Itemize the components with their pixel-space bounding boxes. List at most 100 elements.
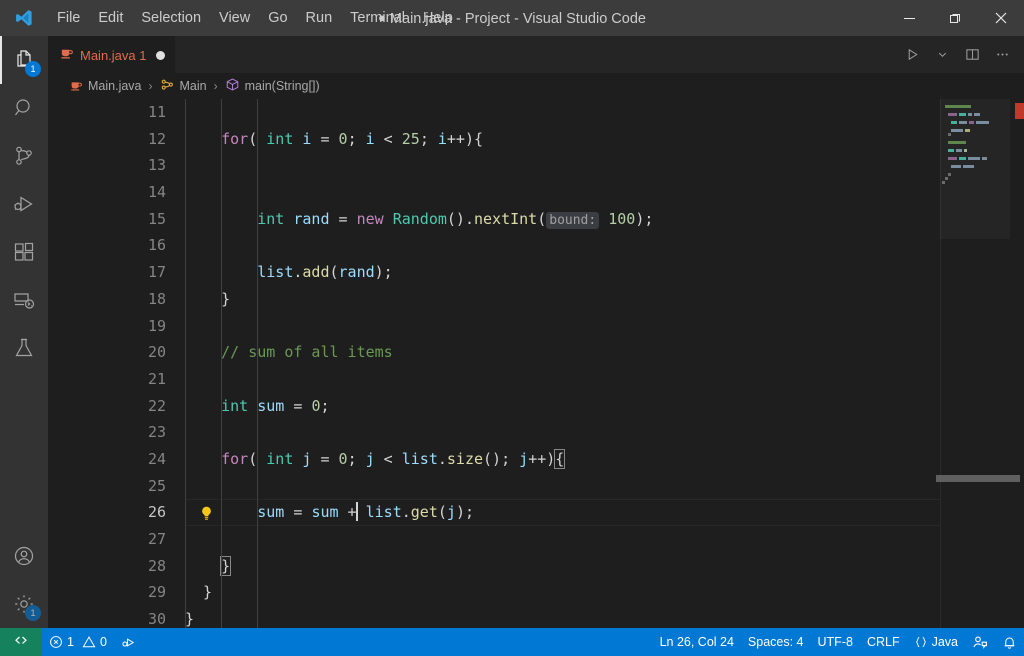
token: list xyxy=(365,503,402,522)
line-number: 27 xyxy=(147,530,166,548)
editor-actions xyxy=(898,36,1024,73)
title-bar: File Edit Selection View Go Run Terminal… xyxy=(0,0,1024,36)
status-editor-position[interactable]: Ln 26, Col 24 xyxy=(653,628,741,656)
token: list xyxy=(257,263,294,282)
breadcrumb-item-class[interactable]: Main xyxy=(157,77,210,95)
menu-go[interactable]: Go xyxy=(259,0,296,36)
minimap-line xyxy=(940,141,1010,144)
minimap[interactable] xyxy=(940,99,1010,628)
minimap-line xyxy=(940,161,1010,164)
window-controls xyxy=(886,0,1024,36)
menu-selection[interactable]: Selection xyxy=(132,0,210,36)
code-line[interactable]: 16 xyxy=(48,232,1024,259)
minimap-token xyxy=(964,149,967,152)
token: size xyxy=(446,449,484,468)
token: = xyxy=(284,503,312,522)
code-line[interactable]: 12 for( int i = 0; i < 25; i++){ xyxy=(48,126,1024,153)
maximize-button[interactable] xyxy=(932,0,978,36)
code-line[interactable]: 30} xyxy=(48,606,1024,628)
sidebar-item-source-control[interactable] xyxy=(0,132,48,180)
sidebar-item-extensions[interactable] xyxy=(0,228,48,276)
line-content: list.add(rand); xyxy=(185,259,1024,286)
code-line[interactable]: 21 xyxy=(48,366,1024,393)
token: ++) xyxy=(528,449,556,468)
sidebar-item-testing[interactable] xyxy=(0,324,48,372)
status-notifications[interactable] xyxy=(995,628,1024,656)
code-line[interactable]: 13 xyxy=(48,152,1024,179)
chevron-down-icon[interactable] xyxy=(928,41,956,69)
code-line[interactable]: 24 for( int j = 0; j < list.size(); j++)… xyxy=(48,446,1024,473)
line-content: } xyxy=(185,579,1024,606)
code-line[interactable]: 15 int rand = new Random().nextInt(bound… xyxy=(48,206,1024,233)
token: } xyxy=(185,289,231,308)
status-indentation[interactable]: Spaces: 4 xyxy=(741,628,811,656)
token: } xyxy=(220,555,232,576)
token: get xyxy=(410,503,438,522)
sidebar-item-search[interactable] xyxy=(0,84,48,132)
sidebar-item-run-and-debug[interactable] xyxy=(0,180,48,228)
menu-help[interactable]: Help xyxy=(414,0,462,36)
editor-group: Main.java 1 Main.java › Main › main(Stri… xyxy=(48,36,1024,628)
menu-edit[interactable]: Edit xyxy=(89,0,132,36)
token: ; xyxy=(347,129,366,148)
menu-terminal[interactable]: Terminal xyxy=(341,0,414,36)
breadcrumb-item-file[interactable]: Main.java xyxy=(66,78,145,95)
breadcrumb-separator: › xyxy=(213,79,218,93)
code-line[interactable]: 26 sum = sum + list.get(j); xyxy=(48,499,1024,526)
error-icon xyxy=(49,635,63,649)
sidebar-item-settings[interactable]: 1 xyxy=(0,580,48,628)
class-icon xyxy=(160,77,175,95)
code-line[interactable]: 14 xyxy=(48,179,1024,206)
tab-dirty-indicator[interactable] xyxy=(156,50,166,60)
status-language-mode[interactable]: Java xyxy=(907,628,965,656)
sidebar-item-explorer[interactable]: 1 xyxy=(0,36,48,84)
minimap-line xyxy=(940,165,1010,168)
lightbulb-icon[interactable] xyxy=(198,504,215,521)
code-line[interactable]: 23 xyxy=(48,419,1024,446)
status-run-task[interactable] xyxy=(114,628,143,656)
status-encoding[interactable]: UTF-8 xyxy=(811,628,860,656)
run-code-button[interactable] xyxy=(898,41,926,69)
sidebar-item-remote-explorer[interactable] xyxy=(0,276,48,324)
menu-view[interactable]: View xyxy=(210,0,259,36)
overview-ruler[interactable] xyxy=(1010,99,1024,628)
token: for xyxy=(221,129,249,148)
status-bar-right: Ln 26, Col 24 Spaces: 4 UTF-8 CRLF Java xyxy=(653,628,1024,656)
menu-run[interactable]: Run xyxy=(297,0,342,36)
line-number: 18 xyxy=(147,289,166,308)
menu-file[interactable]: File xyxy=(48,0,89,36)
remote-indicator[interactable] xyxy=(0,628,42,656)
code-line[interactable]: 20 // sum of all items xyxy=(48,339,1024,366)
indent-guide xyxy=(257,99,259,628)
breadcrumb-item-method[interactable]: main(String[]) xyxy=(222,77,323,95)
close-button[interactable] xyxy=(978,0,1024,36)
scrollbar-thumb[interactable] xyxy=(936,475,1020,482)
minimap-content xyxy=(940,99,1010,184)
code-lines[interactable]: 11 12 for( int i = 0; i < 25; i++){13 14 15… xyxy=(48,99,1024,628)
minimap-token xyxy=(974,113,980,116)
code-line[interactable]: 28 } xyxy=(48,553,1024,580)
code-line[interactable]: 18 } xyxy=(48,286,1024,313)
code-line[interactable]: 19 xyxy=(48,313,1024,340)
line-number: 26 xyxy=(147,503,166,522)
minimize-button[interactable] xyxy=(886,0,932,36)
sidebar-item-accounts[interactable] xyxy=(0,532,48,580)
code-line[interactable]: 27 xyxy=(48,526,1024,553)
status-language-label: Java xyxy=(931,635,958,649)
tab-main-java[interactable]: Main.java 1 xyxy=(48,36,177,73)
code-line[interactable]: 25 xyxy=(48,473,1024,500)
editor-viewport[interactable]: 11 12 for( int i = 0; i < 25; i++){13 14 15… xyxy=(48,99,1024,628)
code-line[interactable]: 11 xyxy=(48,99,1024,126)
status-eol[interactable]: CRLF xyxy=(860,628,907,656)
split-editor-button[interactable] xyxy=(958,41,986,69)
more-actions-button[interactable] xyxy=(988,41,1016,69)
code-line[interactable]: 22 int sum = 0; xyxy=(48,393,1024,420)
code-line[interactable]: 29 } xyxy=(48,579,1024,606)
line-number: 22 xyxy=(147,396,166,415)
minimap-horizontal-scrollbar[interactable] xyxy=(936,475,1020,485)
token: nextInt xyxy=(474,209,538,228)
status-feedback[interactable] xyxy=(965,628,995,656)
code-line[interactable]: 17 list.add(rand); xyxy=(48,259,1024,286)
status-problems[interactable]: 1 0 xyxy=(42,628,114,656)
overview-error-marker[interactable] xyxy=(1015,103,1024,119)
